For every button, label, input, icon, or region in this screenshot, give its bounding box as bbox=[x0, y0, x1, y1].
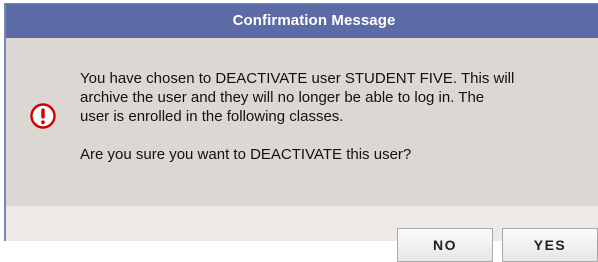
dialog-message: You have chosen to DEACTIVATE user STUDE… bbox=[80, 69, 596, 164]
dialog-content: You have chosen to DEACTIVATE user STUDE… bbox=[6, 38, 598, 206]
message-line-2: archive the user and they will no longer… bbox=[80, 89, 485, 106]
no-button[interactable]: NO bbox=[397, 228, 493, 262]
yes-button[interactable]: YES bbox=[502, 228, 598, 262]
confirmation-question: Are you sure you want to DEACTIVATE this… bbox=[80, 146, 412, 163]
alert-circle-icon bbox=[30, 103, 56, 129]
dialog-title: Confirmation Message bbox=[232, 12, 396, 29]
confirmation-dialog: Confirmation Message You have chosen to … bbox=[4, 3, 598, 241]
message-line-3: user is enrolled in the following classe… bbox=[80, 108, 344, 125]
message-line-1: You have chosen to DEACTIVATE user STUDE… bbox=[80, 70, 515, 87]
dialog-titlebar: Confirmation Message bbox=[6, 4, 598, 38]
